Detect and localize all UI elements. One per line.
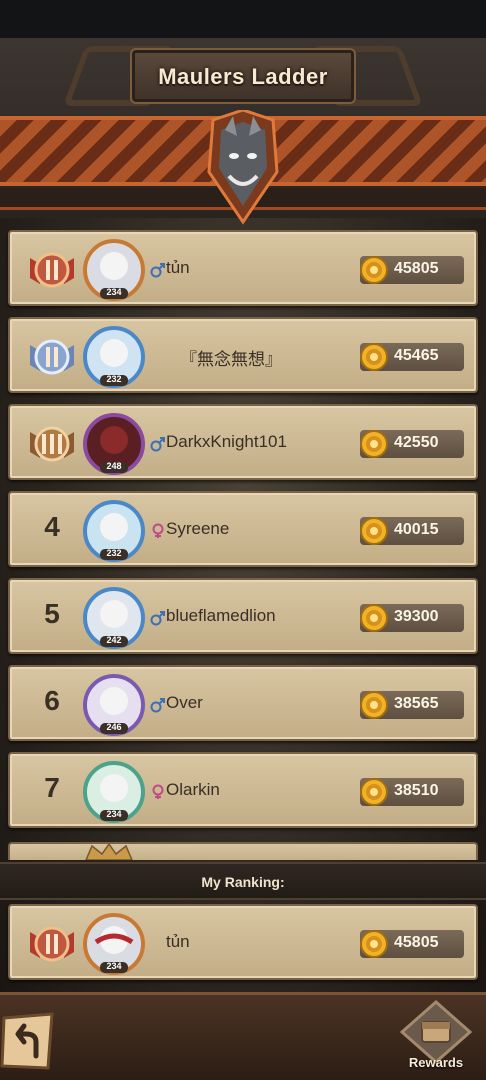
avatar-level: 234 [106, 809, 122, 819]
player-score: 40015 [394, 521, 439, 538]
player-score: 45465 [394, 347, 439, 364]
medal-coin-icon [360, 430, 388, 458]
rank-number: 5 [44, 598, 60, 629]
female-icon [152, 523, 164, 538]
rank-2-badge-icon [30, 339, 74, 375]
male-icon [150, 698, 165, 713]
player-name: tủn [166, 258, 190, 277]
medal-coin-icon [360, 778, 388, 806]
list-item[interactable]: 234 tủn 45805 [8, 230, 478, 306]
maulers-ladder-screen: Maulers Ladder 234 tủn 45805 232 『無念無想』 … [0, 0, 486, 1080]
player-name: 『無念無想』 [180, 350, 282, 369]
avatar-level: 232 [106, 548, 122, 558]
avatar-level: 248 [106, 461, 122, 471]
avatar-level: 242 [106, 635, 122, 645]
avatar-level: 234 [106, 961, 122, 971]
medal-coin-icon [360, 343, 388, 371]
player-name: DarkxKnight101 [166, 432, 287, 451]
rewards-label: Rewards [408, 1055, 464, 1070]
player-score: 45805 [394, 260, 439, 277]
list-item[interactable]: 7 234 Olarkin 38510 [8, 752, 478, 828]
avatar-level: 246 [106, 722, 122, 732]
avatar-level: 232 [106, 374, 122, 384]
leaderboard-list[interactable]: 234 tủn 45805 232 『無念無想』 45465 248 Darkx… [0, 230, 486, 860]
player-score: 38510 [394, 782, 439, 799]
rank-3-badge-icon [30, 426, 74, 462]
rank-1-badge-icon [30, 252, 74, 288]
avatar-level: 234 [106, 287, 122, 297]
rewards-button[interactable]: Rewards [396, 1000, 476, 1076]
player-score: 45805 [394, 934, 439, 951]
rank-number: 7 [44, 772, 60, 803]
list-item-partial [8, 842, 478, 860]
list-item[interactable]: 232 『無念無想』 45465 [8, 317, 478, 393]
rank-number: 6 [44, 685, 60, 716]
medal-coin-icon [360, 517, 388, 545]
male-icon [150, 437, 165, 452]
rank-number: 4 [44, 511, 60, 542]
player-name: Syreene [166, 519, 230, 538]
page-title: Maulers Ladder [158, 64, 328, 89]
player-score: 42550 [394, 434, 439, 451]
female-icon [152, 784, 164, 799]
status-bar [0, 0, 486, 38]
player-name: tủn [166, 932, 190, 951]
list-item[interactable]: 248 DarkxKnight101 42550 [8, 404, 478, 480]
rank-1-badge-icon [30, 926, 74, 962]
medal-coin-icon [360, 930, 388, 958]
medal-coin-icon [360, 604, 388, 632]
player-score: 39300 [394, 608, 439, 625]
medal-coin-icon [360, 256, 388, 284]
my-ranking-label: My Ranking: [201, 874, 285, 890]
list-item[interactable]: 4 232 Syreene 40015 [8, 491, 478, 567]
ladder-header: Maulers Ladder [0, 38, 486, 225]
medal-coin-icon [360, 691, 388, 719]
crown-icon [85, 844, 133, 860]
my-ranking-row[interactable]: 234 tủn 45805 [8, 904, 478, 980]
list-item[interactable]: 6 246 Over 38565 [8, 665, 478, 741]
list-item[interactable]: 5 242 blueflamedlion 39300 [8, 578, 478, 654]
player-score: 38565 [394, 695, 439, 712]
player-name: blueflamedlion [166, 606, 276, 625]
player-name: Olarkin [166, 780, 220, 799]
player-name: Over [166, 693, 203, 712]
male-icon [150, 263, 165, 278]
wolf-emblem-icon [207, 110, 279, 225]
title-plate: Maulers Ladder [130, 48, 356, 104]
male-icon [150, 611, 165, 626]
back-arrow-icon[interactable] [0, 1012, 56, 1072]
my-ranking-header: My Ranking: [0, 862, 486, 900]
